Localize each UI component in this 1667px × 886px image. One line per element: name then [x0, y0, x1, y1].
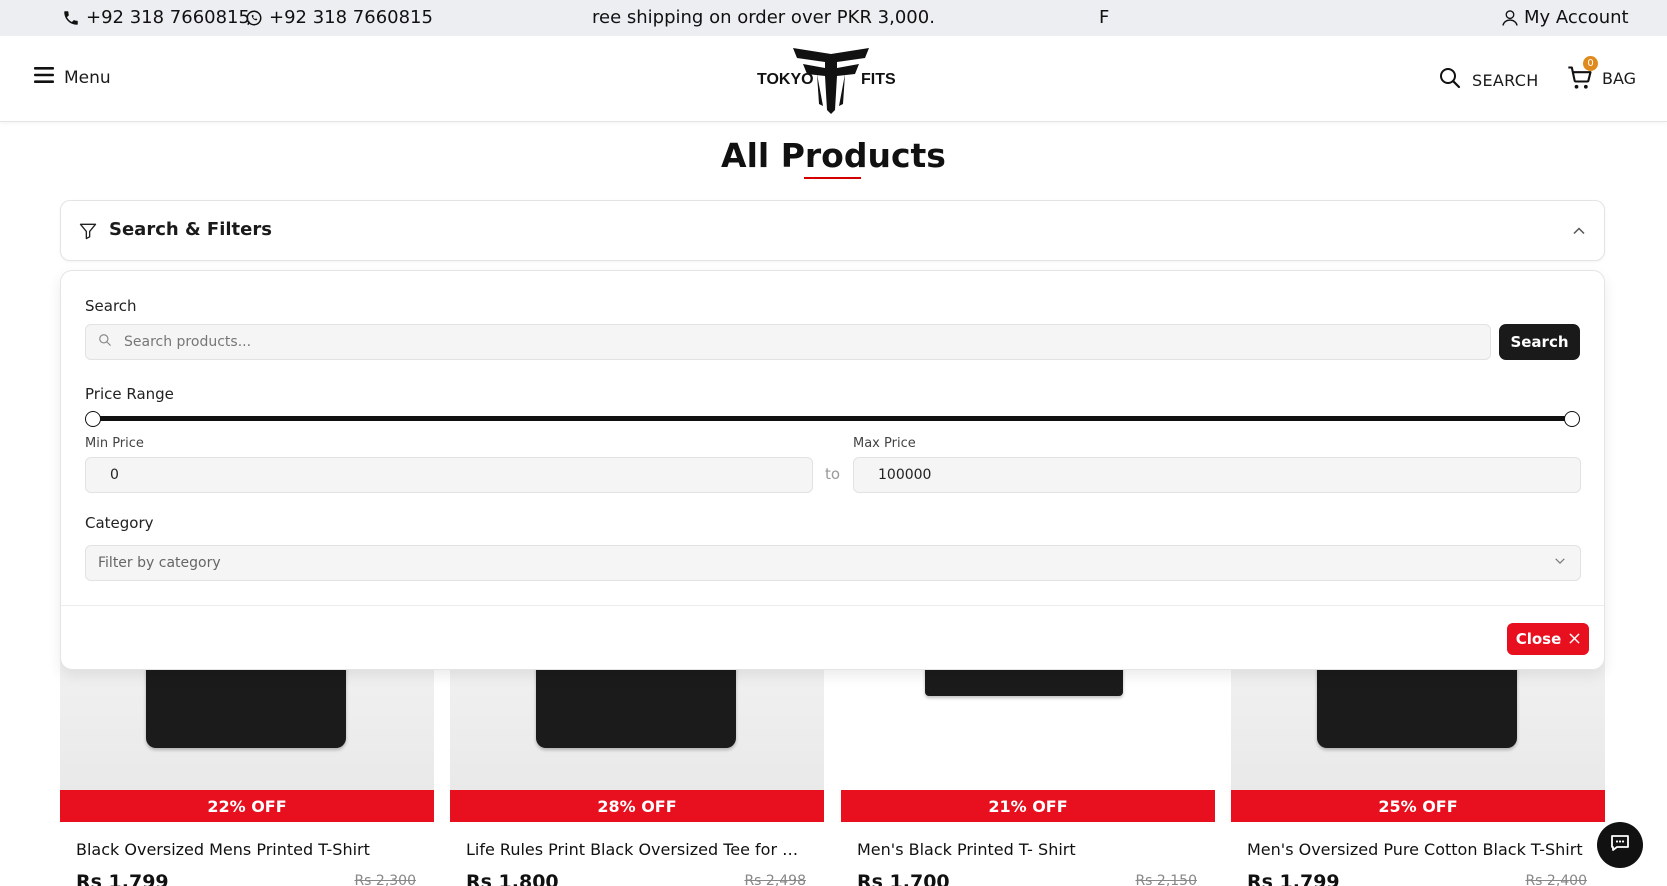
filters-title: Search & Filters: [109, 219, 272, 240]
title-underline: [804, 177, 861, 179]
min-price-value: 0: [110, 467, 119, 483]
category-label: Category: [85, 514, 154, 532]
bag-label: BAG: [1602, 68, 1637, 88]
search-placeholder: Search products...: [124, 334, 252, 350]
filter-icon: [78, 221, 98, 245]
search-input-icon: [98, 333, 112, 351]
product-card[interactable]: 28% OFF Life Rules Print Black Oversized…: [450, 640, 824, 886]
promo-text: ree shipping on order over PKR 3,000.: [592, 7, 935, 28]
tokyo-fits-logo-icon: TOKYO FITS: [757, 48, 896, 114]
product-old-price: Rs 2,400: [1525, 873, 1587, 886]
discount-badge: 22% OFF: [60, 790, 434, 822]
min-price-input[interactable]: 0: [85, 457, 813, 493]
bag-link[interactable]: 0 BAG: [1566, 56, 1637, 92]
product-card[interactable]: 21% OFF Men's Black Printed T- Shirt Rs …: [841, 640, 1215, 886]
close-filters-button[interactable]: Close: [1507, 623, 1589, 655]
search-icon: [1438, 66, 1462, 94]
close-label: Close: [1515, 630, 1562, 648]
price-max-handle[interactable]: [1564, 411, 1580, 427]
search-label: SEARCH: [1472, 70, 1539, 90]
panel-divider: [61, 605, 1604, 606]
product-name[interactable]: Life Rules Print Black Oversized Tee for…: [466, 840, 806, 859]
range-separator: to: [825, 465, 841, 483]
user-icon: [1500, 8, 1520, 28]
max-price-label: Max Price: [853, 436, 916, 451]
product-old-price: Rs 2,150: [1135, 873, 1197, 886]
filters-toggle[interactable]: Search & Filters: [60, 200, 1605, 261]
chat-bubble-icon: [1608, 831, 1632, 859]
top-info-bar: +92 318 7660815 +92 318 7660815 ree ship…: [0, 0, 1667, 36]
product-name[interactable]: Black Oversized Mens Printed T-Shirt: [76, 840, 416, 859]
my-account-label: My Account: [1524, 7, 1629, 28]
whatsapp-contact[interactable]: +92 318 7660815: [245, 7, 433, 28]
my-account-link[interactable]: My Account: [1500, 7, 1629, 28]
max-price-input[interactable]: 100000: [853, 457, 1581, 493]
cart-icon: 0: [1566, 56, 1598, 92]
discount-badge: 21% OFF: [841, 790, 1215, 822]
svg-text:TOKYO: TOKYO: [757, 71, 814, 88]
product-card[interactable]: 25% OFF Men's Oversized Pure Cotton Blac…: [1231, 640, 1605, 886]
site-logo[interactable]: TOKYO FITS: [755, 44, 907, 114]
discount-badge: 28% OFF: [450, 790, 824, 822]
whatsapp-icon: [245, 9, 263, 27]
search-field-label: Search: [85, 297, 137, 315]
product-name[interactable]: Men's Oversized Pure Cotton Black T-Shir…: [1247, 840, 1587, 859]
discount-badge: 25% OFF: [1231, 790, 1605, 822]
chevron-down-icon: [1554, 555, 1566, 571]
max-price-value: 100000: [878, 467, 932, 483]
promo-text-next: F: [1099, 7, 1110, 28]
price-range-label: Price Range: [85, 385, 174, 403]
filter-panel: Search Search products... Search Price R…: [60, 270, 1605, 670]
svg-text:FITS: FITS: [861, 71, 896, 88]
product-price: Rs 1,799: [1247, 871, 1340, 886]
product-old-price: Rs 2,300: [354, 873, 416, 886]
category-select[interactable]: Filter by category: [85, 545, 1581, 581]
bag-count-badge: 0: [1583, 56, 1598, 71]
chevron-up-icon[interactable]: [1572, 223, 1586, 242]
product-name[interactable]: Men's Black Printed T- Shirt: [857, 840, 1197, 859]
product-old-price: Rs 2,498: [744, 873, 806, 886]
header-search-link[interactable]: SEARCH: [1438, 66, 1539, 94]
phone-contact[interactable]: +92 318 7660815: [62, 7, 250, 28]
phone-number: +92 318 7660815: [86, 7, 250, 28]
price-min-handle[interactable]: [85, 411, 101, 427]
close-icon: [1569, 630, 1580, 648]
whatsapp-number: +92 318 7660815: [269, 7, 433, 28]
menu-label: Menu: [64, 67, 111, 88]
live-chat-button[interactable]: [1597, 822, 1643, 868]
hamburger-icon: [34, 66, 54, 89]
product-card[interactable]: 22% OFF Black Oversized Mens Printed T-S…: [60, 640, 434, 886]
menu-button[interactable]: Menu: [34, 66, 111, 89]
price-range-track[interactable]: [93, 416, 1573, 421]
product-price: Rs 1,800: [466, 871, 559, 886]
phone-icon: [62, 9, 80, 27]
product-price: Rs 1,700: [857, 871, 950, 886]
product-search-input[interactable]: Search products...: [85, 324, 1491, 360]
search-button[interactable]: Search: [1499, 324, 1580, 360]
product-price: Rs 1,799: [76, 871, 169, 886]
site-header: Menu TOKYO FITS SEARCH 0 BAG: [0, 36, 1667, 122]
page-title: All Products: [721, 136, 946, 175]
min-price-label: Min Price: [85, 436, 144, 451]
category-placeholder: Filter by category: [98, 555, 221, 571]
